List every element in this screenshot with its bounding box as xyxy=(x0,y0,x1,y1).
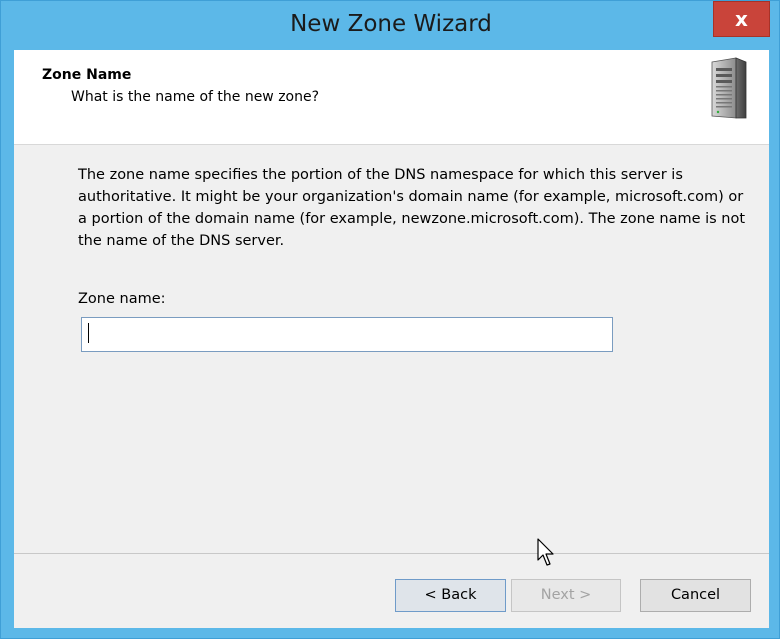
window-title: New Zone Wizard xyxy=(290,11,492,37)
page-title: Zone Name xyxy=(42,67,132,83)
title-bar[interactable]: New Zone Wizard x xyxy=(1,1,780,49)
wizard-window: New Zone Wizard x Zone Name What is the … xyxy=(0,0,780,639)
back-button[interactable]: < Back xyxy=(395,579,506,612)
wizard-header: Zone Name What is the name of the new zo… xyxy=(14,50,769,145)
zone-description: The zone name specifies the portion of t… xyxy=(78,167,746,249)
wizard-client-area: Zone Name What is the name of the new zo… xyxy=(14,50,769,628)
mouse-pointer-icon xyxy=(537,538,554,566)
zone-name-label: Zone name: xyxy=(78,291,166,307)
close-button[interactable]: x xyxy=(713,1,770,37)
text-caret xyxy=(88,323,89,343)
server-icon xyxy=(711,57,747,119)
page-subtitle: What is the name of the new zone? xyxy=(71,89,320,105)
cancel-button[interactable]: Cancel xyxy=(640,579,751,612)
close-icon: x xyxy=(735,7,748,31)
next-button[interactable]: Next > xyxy=(511,579,621,612)
footer-divider xyxy=(14,553,769,554)
zone-name-input[interactable] xyxy=(81,317,613,352)
